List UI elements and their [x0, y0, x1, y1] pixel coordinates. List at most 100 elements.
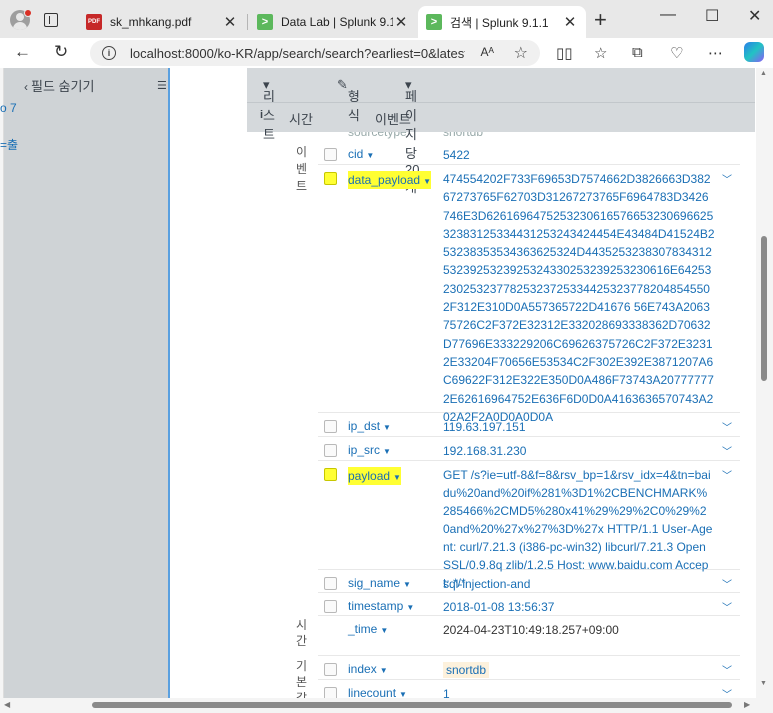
split-screen-icon[interactable]: ▯▯: [556, 44, 573, 62]
chevron-down-icon[interactable]: ﹀: [722, 576, 732, 591]
field-row-linecount: linecount ▼ 1 ﹀: [318, 680, 740, 698]
scroll-up-arrow-icon[interactable]: ▲: [760, 70, 767, 77]
default-section-label: 기본값: [296, 659, 308, 698]
field-checkbox[interactable]: [324, 420, 337, 433]
field-row-data-payload: data_payload ▼ 474554202F733F69653D757466…: [318, 165, 740, 424]
chevron-down-icon[interactable]: ﹀: [722, 599, 732, 614]
field-checkbox[interactable]: [324, 687, 337, 698]
tab-search-active[interactable]: > 검색 | Splunk 9.1.1 ✕: [418, 6, 586, 38]
field-name-payload[interactable]: payload ▼: [348, 467, 401, 485]
sidebar-partial-label[interactable]: =출: [0, 136, 18, 153]
field-value-time[interactable]: 2024-04-23T10:49:18.257+09:00: [443, 621, 713, 639]
address-bar[interactable]: i localhost:8000/ko-KR/app/search/search…: [90, 40, 540, 66]
field-name-timestamp[interactable]: timestamp ▼: [348, 599, 414, 613]
minimize-button[interactable]: —: [660, 6, 676, 24]
field-name-cid[interactable]: cid ▼: [348, 147, 374, 161]
chevron-down-icon[interactable]: ﹀: [722, 171, 732, 186]
close-icon[interactable]: ✕: [222, 13, 238, 31]
scroll-left-arrow-icon[interactable]: ◀: [4, 700, 10, 709]
maximize-button[interactable]: ☐: [705, 6, 719, 26]
new-tab-button[interactable]: +: [594, 9, 607, 31]
vertical-scrollbar[interactable]: ▲ ▼: [756, 68, 773, 698]
event-column-header[interactable]: 이벤트: [375, 109, 411, 128]
event-section-label: 이벤트: [296, 145, 308, 193]
list-view-icon[interactable]: ☰: [157, 79, 167, 92]
favorite-star-icon[interactable]: ☆: [514, 43, 528, 63]
field-checkbox[interactable]: [324, 468, 337, 481]
per-page-dropdown[interactable]: 페이지당 20개 ▾: [405, 77, 419, 195]
scroll-right-arrow-icon[interactable]: ▶: [744, 700, 750, 709]
field-value-cid[interactable]: 5422: [443, 146, 713, 164]
field-name-ip-dst[interactable]: ip_dst ▼: [348, 419, 391, 433]
copilot-icon[interactable]: [744, 42, 764, 62]
field-value-index[interactable]: snortdb: [443, 661, 713, 679]
time-section-label: 시간: [296, 618, 308, 648]
tab-divider: [247, 14, 248, 30]
field-checkbox[interactable]: [324, 577, 337, 590]
format-button[interactable]: ✎ 형식: [337, 77, 360, 123]
field-value-timestamp[interactable]: 2018-01-08 13:56:37: [443, 598, 713, 616]
extensions-icon[interactable]: ⋯: [708, 44, 723, 62]
field-name-data-payload[interactable]: data_payload ▼: [348, 171, 431, 189]
scroll-down-arrow-icon[interactable]: ▼: [760, 680, 767, 687]
window-close-button[interactable]: ✕: [748, 6, 761, 26]
time-column-header[interactable]: 시간: [289, 109, 313, 128]
field-name-sig-name[interactable]: sig_name ▼: [348, 576, 411, 590]
field-row-index: index ▼ snortdb ﹀: [318, 656, 740, 680]
field-name-time[interactable]: _time ▼: [348, 622, 388, 636]
field-value-ip-dst[interactable]: 119.63.197.151: [443, 418, 713, 436]
info-column-header: i: [260, 109, 264, 121]
splunk-search-page: ‹필드 숨기기 ☰ o 7 =출 리스트 ▾ ✎ 형식 페이지당 20개 ▾ i…: [0, 68, 773, 698]
horizontal-scrollbar[interactable]: ◀ ▶: [0, 698, 773, 713]
field-value-ip-src[interactable]: 192.168.31.230: [443, 442, 713, 460]
field-row-ip-src: ip_src ▼ 192.168.31.230 ﹀: [318, 437, 740, 461]
clipped-field-row: sourcetype snortdb: [348, 132, 484, 139]
field-value-sig-name[interactable]: sql-injection-and: [443, 575, 713, 593]
field-name-index[interactable]: index ▼: [348, 662, 388, 676]
url-text[interactable]: localhost:8000/ko-KR/app/search/search?e…: [130, 46, 465, 61]
field-checkbox[interactable]: [324, 444, 337, 457]
field-checkbox[interactable]: [324, 172, 337, 185]
field-row-payload: payload ▼ GET /s?ie=utf-8&f=8&rsv_bp=1&rs…: [318, 461, 740, 590]
vertical-scroll-thumb[interactable]: [761, 236, 767, 381]
site-info-icon[interactable]: i: [102, 46, 116, 60]
back-arrow-icon[interactable]: ←: [14, 42, 31, 62]
collections-icon[interactable]: ⧉: [632, 44, 643, 61]
chevron-down-icon[interactable]: ﹀: [722, 467, 732, 482]
tab-title: sk_mhkang.pdf: [110, 15, 192, 29]
field-value-linecount[interactable]: 1: [443, 685, 713, 698]
close-icon[interactable]: ✕: [562, 13, 578, 31]
field-checkbox[interactable]: [324, 600, 337, 613]
hide-fields-button[interactable]: ‹ 필드 숨기기: [24, 76, 94, 95]
field-row-ip-dst: ip_dst ▼ 119.63.197.151 ﹀: [318, 413, 740, 437]
list-view-dropdown[interactable]: 리스트 ▾: [263, 77, 275, 142]
field-checkbox[interactable]: [324, 663, 337, 676]
field-value-data-payload[interactable]: 474554202F733F69653D7574662D3826663D3826…: [443, 170, 715, 426]
read-aloud-icon[interactable]: Aᴬ: [481, 45, 494, 59]
chevron-down-icon[interactable]: ﹀: [722, 443, 732, 458]
horizontal-scroll-thumb[interactable]: [92, 702, 732, 708]
tab-title: Data Lab | Splunk 9.1.1: [281, 15, 393, 29]
profile-alert-dot: [24, 9, 32, 17]
field-row-sig-name: sig_name ▼ sql-injection-and ﹀: [318, 570, 740, 593]
tab-actions-icon[interactable]: [44, 13, 58, 27]
hide-fields-label: 필드 숨기기: [31, 79, 95, 94]
tab-data-lab[interactable]: > Data Lab | Splunk 9.1.1 ✕: [249, 6, 417, 38]
chevron-down-icon[interactable]: ﹀: [722, 686, 732, 698]
browser-nav-bar: ← ↻ i localhost:8000/ko-KR/app/search/se…: [0, 38, 773, 68]
browser-essentials-icon[interactable]: ♡: [670, 44, 683, 62]
favorites-icon[interactable]: ☆: [594, 44, 607, 62]
refresh-icon[interactable]: ↻: [54, 42, 68, 62]
close-icon[interactable]: ✕: [393, 13, 409, 31]
field-name-linecount[interactable]: linecount ▼: [348, 686, 407, 698]
field-checkbox[interactable]: [324, 148, 337, 161]
browser-tab-bar: PDF sk_mhkang.pdf ✕ > Data Lab | Splunk …: [0, 0, 773, 40]
chevron-down-icon[interactable]: ﹀: [722, 419, 732, 434]
splunk-icon: >: [257, 14, 273, 30]
field-row-timestamp: timestamp ▼ 2018-01-08 13:56:37 ﹀: [318, 593, 740, 616]
field-name-ip-src[interactable]: ip_src ▼: [348, 443, 391, 457]
sidebar-divider[interactable]: [168, 68, 170, 698]
sidebar-partial-count: o 7: [0, 101, 17, 115]
tab-pdf[interactable]: PDF sk_mhkang.pdf ✕: [78, 6, 246, 38]
chevron-down-icon[interactable]: ﹀: [722, 662, 732, 677]
